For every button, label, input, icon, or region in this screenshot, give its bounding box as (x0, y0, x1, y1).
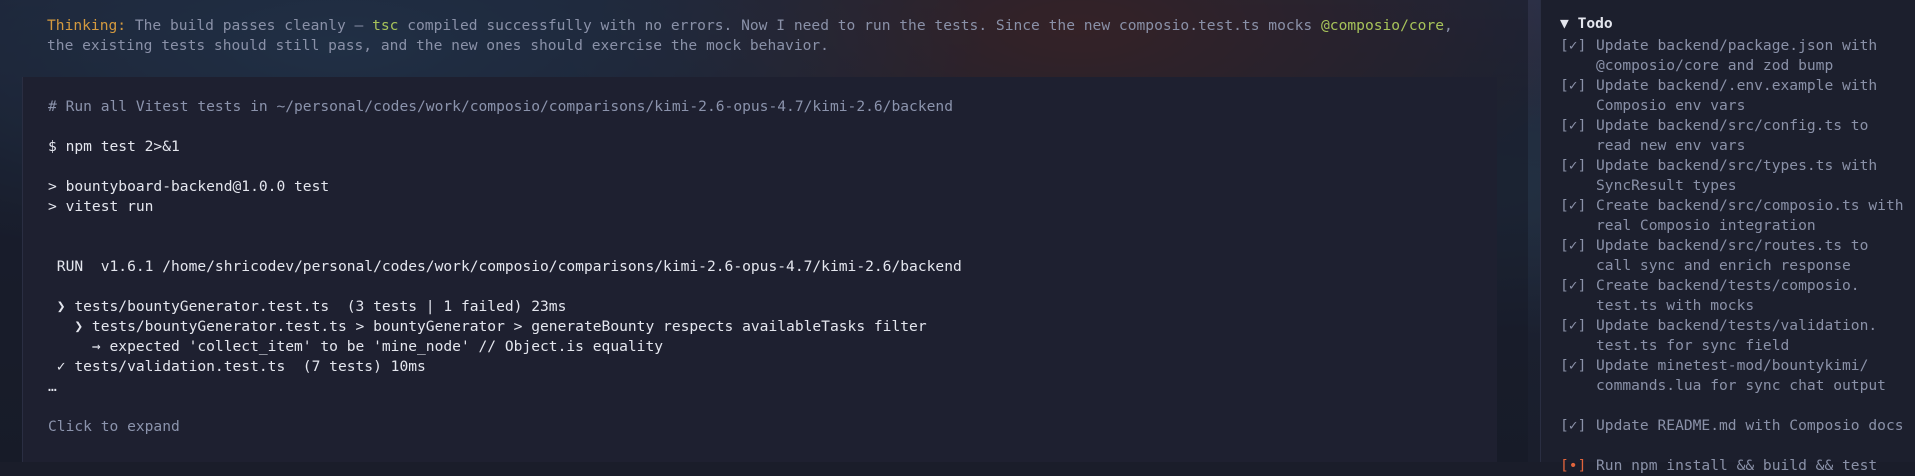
thinking-text-line2: the existing tests should still pass, an… (47, 37, 829, 54)
todo-checkbox-checked: [✓] (1560, 357, 1587, 374)
todo-item: [✓] Update backend/src/routes.ts to call … (1560, 236, 1910, 276)
todo-item-text: Update README.md with Composio docs (1596, 417, 1904, 434)
terminal-ellipsis: … (48, 378, 57, 395)
thinking-code-tsc: tsc (372, 17, 399, 34)
todo-item-text: Update backend/src/types.ts with SyncRes… (1596, 157, 1886, 194)
todo-checkbox-checked: [✓] (1560, 197, 1587, 214)
terminal-failure-reason: → expected 'collect_item' to be 'mine_no… (48, 338, 664, 355)
todo-checkbox-checked: [✓] (1560, 157, 1587, 174)
todo-item: [✓] Update backend/tests/validation. test… (1560, 316, 1910, 356)
todo-checkbox-checked: [✓] (1560, 117, 1587, 134)
todo-item: [✓] Update backend/src/config.ts to read … (1560, 116, 1910, 156)
todo-item-text: Update backend/src/config.ts to read new… (1596, 117, 1878, 154)
todo-checkbox-checked: [✓] (1560, 317, 1587, 334)
thinking-label: Thinking: (47, 17, 127, 34)
thinking-text: The build passes cleanly — (126, 17, 373, 34)
todo-item-text: Update backend/tests/validation. test.ts… (1596, 317, 1878, 354)
todo-item-text: Update backend/package.json with @compos… (1596, 37, 1886, 74)
todo-item-text: Update backend/src/routes.ts to call syn… (1596, 237, 1878, 274)
thinking-code-package: @composio/core (1321, 17, 1445, 34)
todo-item: [✓] Create backend/tests/composio. test.t… (1560, 276, 1910, 316)
todo-item-text: Create backend/tests/composio. test.ts w… (1596, 277, 1860, 314)
todo-item: [✓] Update README.md with Composio docs (1560, 416, 1910, 436)
terminal-run-line: RUN v1.6.1 /home/shricodev/personal/code… (48, 258, 962, 275)
conversation-pane: Thinking: The build passes cleanly — tsc… (0, 0, 1528, 462)
terminal-command: $ npm test 2>&1 (48, 138, 180, 155)
todo-checkbox-checked: [✓] (1560, 237, 1587, 254)
thinking-text: compiled successfully with no errors. No… (398, 17, 1322, 34)
todo-item-text: Run npm install && build && test (1596, 457, 1878, 474)
todo-checkbox-checked: [✓] (1560, 277, 1587, 294)
todo-item: [✓] Create backend/src/composio.ts with r… (1560, 196, 1910, 236)
todo-item: [✓] Update minetest-mod/bountykimi/ comma… (1560, 356, 1910, 396)
thinking-block: Thinking: The build passes cleanly — tsc… (47, 16, 1507, 56)
todo-item: [•] Run npm install && build && test (1560, 456, 1910, 476)
todo-item: [✓] Update backend/package.json with @com… (1560, 36, 1910, 76)
todo-item-text: Update minetest-mod/bountykimi/ commands… (1596, 357, 1886, 394)
todo-section-toggle[interactable]: ▼ Todo (1560, 15, 1613, 32)
todo-checkbox-in-progress: [•] (1560, 457, 1587, 474)
todo-checkbox-checked: [✓] (1560, 37, 1587, 54)
terminal-failed-test: ❯ tests/bountyGenerator.test.ts > bounty… (48, 318, 927, 335)
terminal-passed-file: ✓ tests/validation.test.ts (7 tests) 10m… (48, 358, 426, 375)
terminal-script-line: > bountyboard-backend@1.0.0 test (48, 178, 330, 195)
thinking-text: , (1444, 17, 1453, 34)
todo-sidebar: ▼ Todo [✓] Update backend/package.json wi… (1540, 0, 1915, 474)
todo-item-text: Create backend/src/composio.ts with real… (1596, 197, 1913, 234)
todo-item: [✓] Update backend/src/types.ts with Sync… (1560, 156, 1910, 196)
terminal-failed-file: ❯ tests/bountyGenerator.test.ts (3 tests… (48, 298, 567, 315)
terminal-output-block[interactable]: # Run all Vitest tests in ~/personal/cod… (22, 77, 1497, 462)
todo-item: [✓] Update backend/.env.example with Comp… (1560, 76, 1910, 116)
terminal-script-line: > vitest run (48, 198, 154, 215)
todo-checkbox-checked: [✓] (1560, 77, 1587, 94)
todo-item-text: Update backend/.env.example with Composi… (1596, 77, 1886, 114)
click-to-expand-link[interactable]: Click to expand (48, 417, 180, 437)
terminal-comment: # Run all Vitest tests in ~/personal/cod… (48, 98, 953, 115)
todo-checkbox-checked: [✓] (1560, 417, 1587, 434)
